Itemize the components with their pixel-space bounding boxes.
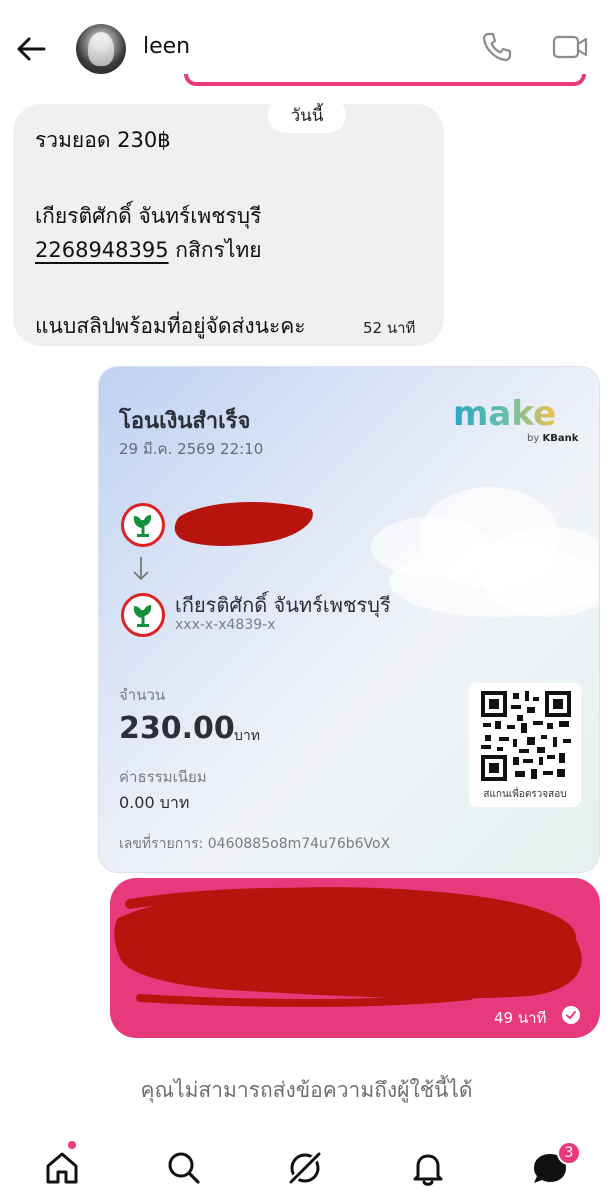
- brand-sub-kbank: KBank: [542, 433, 579, 444]
- search-icon[interactable]: [164, 1148, 204, 1188]
- qr-code-box: สแกนเพื่อตรวจสอบ: [469, 683, 581, 807]
- amount-label: จำนวน: [119, 686, 166, 704]
- fee-label: ค่าธรรมเนียม: [119, 768, 207, 786]
- brand-sub-by: by: [527, 433, 540, 444]
- read-check-icon: [562, 1006, 580, 1024]
- svg-text:make: make: [453, 395, 556, 434]
- notifications-bell-icon[interactable]: [408, 1148, 448, 1188]
- message-line-request: แนบสลิปพร้อมที่อยู่จัดส่งนะคะ: [35, 314, 306, 338]
- username[interactable]: leen: [143, 34, 190, 59]
- transfer-arrow-icon: [133, 557, 149, 581]
- transaction-reference: เลขที่รายการ: 0460885o8m74u76b6VoX: [119, 836, 391, 852]
- account-number-link[interactable]: 2268948395: [35, 238, 169, 262]
- back-arrow-icon[interactable]: [14, 32, 48, 66]
- message-time: 49 นาที: [494, 1009, 547, 1027]
- kbank-sender-icon: [121, 503, 165, 547]
- message-line-account: 2268948395 กสิกรไทย: [35, 234, 262, 267]
- home-icon[interactable]: [42, 1148, 82, 1188]
- message-time: 52 นาที: [363, 319, 416, 337]
- video-call-icon[interactable]: [550, 30, 590, 64]
- make-logo-icon: make: [453, 395, 556, 434]
- receiver-account: xxx-x-x4839-x: [175, 617, 276, 633]
- slip-datetime: 29 มี.ค. 2569 22:10: [119, 440, 264, 458]
- chat-header: leen: [0, 0, 613, 95]
- cannot-message-notice: คุณไม่สามารถส่งข้อความถึงผู้ใช้นี้ได้: [140, 1078, 473, 1102]
- bank-name: กสิกรไทย: [175, 238, 262, 262]
- brand-subtitle: by KBank: [527, 433, 578, 444]
- bottom-navigation: [0, 1140, 613, 1200]
- date-chip: วันนี้: [268, 97, 346, 133]
- chat-screen: leen รวมยอด 230฿ เกียรติศักดิ์ จันทร์เพช…: [0, 0, 613, 1200]
- outgoing-message[interactable]: 49 นาที: [110, 878, 600, 1038]
- amount-unit: บาท: [234, 728, 260, 744]
- incoming-message[interactable]: รวมยอด 230฿ เกียรติศักดิ์ จันทร์เพชรบุรี…: [13, 104, 444, 346]
- message-line-name: เกียรติศักดิ์ จันทร์เพชรบุรี: [35, 204, 262, 228]
- message-line-total: รวมยอด 230฿: [35, 128, 171, 152]
- avatar[interactable]: [76, 24, 126, 74]
- sender-name-redaction: [174, 502, 313, 546]
- phone-icon[interactable]: [480, 30, 514, 64]
- qr-code-icon: [481, 691, 571, 781]
- transfer-slip-image[interactable]: โอนเงินสำเร็จ 29 มี.ค. 2569 22:10 make b…: [98, 366, 600, 873]
- messages-unread-badge: 3: [557, 1141, 581, 1165]
- cloud-decoration: [389, 547, 599, 617]
- amount-value: 230.00: [119, 711, 235, 746]
- slip-title: โอนเงินสำเร็จ: [119, 409, 251, 434]
- explore-icon[interactable]: [285, 1148, 325, 1188]
- previous-message-edge: [184, 74, 586, 86]
- qr-caption: สแกนเพื่อตรวจสอบ: [483, 789, 567, 800]
- kbank-receiver-icon: [121, 593, 165, 637]
- fee-value: 0.00 บาท: [119, 793, 190, 812]
- home-activity-dot: [68, 1141, 76, 1149]
